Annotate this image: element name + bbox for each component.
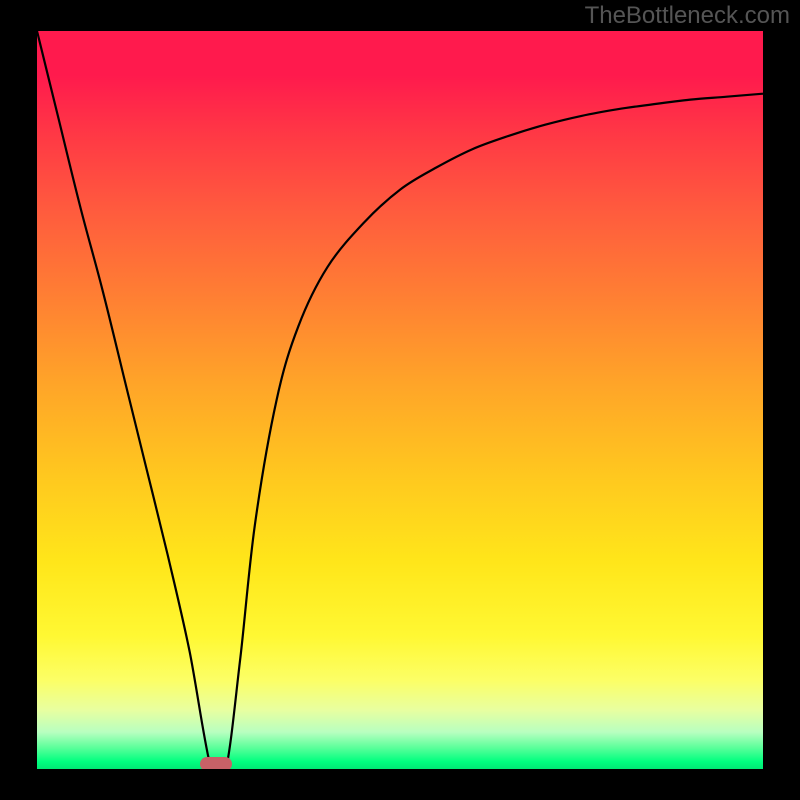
optimal-marker	[200, 757, 232, 769]
chart-container: TheBottleneck.com	[0, 0, 800, 800]
plot-area	[37, 31, 763, 769]
bottleneck-curve	[37, 31, 763, 769]
watermark-text: TheBottleneck.com	[585, 2, 790, 30]
